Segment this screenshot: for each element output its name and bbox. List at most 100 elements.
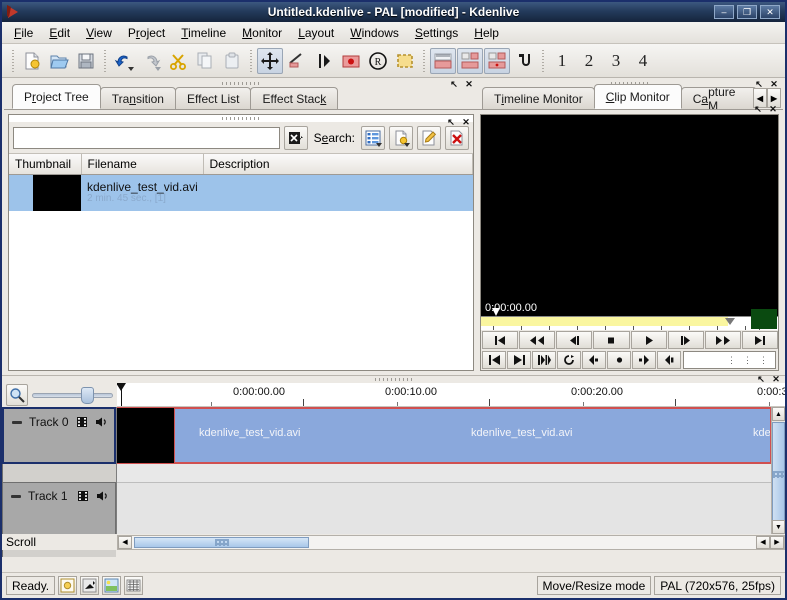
- menu-view[interactable]: View: [78, 23, 120, 43]
- timeline-canvas[interactable]: kdenlive_test_vid.avi kdenlive_test_vid.…: [117, 407, 785, 534]
- view-list-icon[interactable]: [361, 125, 385, 150]
- tab-timeline-monitor[interactable]: Ti meline Monitor: [482, 87, 595, 109]
- timeline-horizontal-scrollbar[interactable]: ◀ ◀ ▶: [117, 534, 785, 550]
- zoom-icon[interactable]: [6, 384, 28, 406]
- forward-button[interactable]: [704, 331, 741, 349]
- close-button[interactable]: ✕: [760, 5, 780, 19]
- close-icon[interactable]: ✕: [768, 104, 778, 114]
- move-tool-icon[interactable]: [257, 47, 283, 74]
- menu-windows[interactable]: Windows: [342, 23, 407, 43]
- zoom-handle[interactable]: [81, 386, 95, 404]
- zoom-slider[interactable]: [32, 384, 117, 406]
- scroll-down-button[interactable]: ▼: [772, 520, 785, 534]
- loop-zone-button[interactable]: [557, 351, 581, 369]
- track-lane-0[interactable]: kdenlive_test_vid.avi kdenlive_test_vid.…: [117, 407, 785, 464]
- collapse-icon[interactable]: [9, 489, 23, 503]
- hscroll-thumb[interactable]: [134, 536, 309, 548]
- column-filename[interactable]: Filename: [81, 154, 204, 175]
- tab-effect-list[interactable]: Effect List: [174, 87, 252, 109]
- clear-text-icon[interactable]: [283, 125, 308, 150]
- copy-icon[interactable]: [192, 48, 218, 74]
- edit-clip-icon[interactable]: [417, 125, 441, 150]
- tab-effect-stack[interactable]: Effect Stac k: [250, 87, 339, 109]
- scroll-right-button[interactable]: ◀: [756, 535, 770, 549]
- timeline-playhead[interactable]: [117, 383, 126, 406]
- column-thumbnail[interactable]: Thumbnail: [9, 154, 82, 175]
- scroll-left-button[interactable]: ◀: [118, 535, 132, 549]
- selection-icon[interactable]: [392, 48, 418, 74]
- frame-back-button[interactable]: [556, 331, 593, 349]
- cut-icon[interactable]: [165, 48, 191, 74]
- stop-button[interactable]: [593, 331, 630, 349]
- tab-project-tree[interactable]: Pr oject Tree: [12, 84, 101, 109]
- play-button[interactable]: [630, 331, 667, 349]
- scroll-right-button-2[interactable]: ▶: [770, 535, 784, 549]
- table-row[interactable]: kdenlive_test_vid.avi 2 min. 45 sec., [1…: [9, 174, 473, 211]
- close-icon[interactable]: ✕: [461, 117, 471, 127]
- timeline-ruler[interactable]: 0:00:00.00 0:00:10.00 0:00:20.00 0:00:30…: [117, 383, 785, 407]
- tab-transition[interactable]: Tra n sition: [99, 87, 176, 109]
- toolbar-number-4[interactable]: 4: [630, 51, 656, 71]
- show-audio-thumbs-icon[interactable]: [484, 47, 510, 74]
- monitor-playhead-icon[interactable]: [492, 308, 500, 316]
- menu-edit[interactable]: Edit: [41, 23, 78, 43]
- audio-thumbs-toggle-icon[interactable]: [58, 576, 78, 595]
- set-zone-end-button[interactable]: [507, 351, 531, 369]
- close-icon[interactable]: ✕: [771, 374, 781, 384]
- add-clip-dropdown-arrow[interactable]: [404, 142, 410, 147]
- toolbar-handle[interactable]: [12, 49, 14, 72]
- scroll-up-button[interactable]: ▲: [772, 407, 785, 421]
- close-icon[interactable]: ✕: [464, 79, 474, 89]
- marker-next-button[interactable]: [632, 351, 656, 369]
- vscroll-thumb[interactable]: [772, 422, 785, 530]
- show-video-thumbs-icon[interactable]: [457, 47, 483, 74]
- float-icon[interactable]: ↖: [449, 79, 459, 89]
- menu-layout[interactable]: Layout: [290, 23, 342, 43]
- track-lane-1[interactable]: [117, 482, 785, 534]
- new-project-icon[interactable]: [19, 48, 45, 74]
- video-track-icon[interactable]: [76, 489, 90, 503]
- undo-dropdown-arrow[interactable]: [128, 66, 134, 71]
- frame-forward-button[interactable]: [667, 331, 704, 349]
- menu-monitor[interactable]: Monitor: [234, 23, 290, 43]
- skip-end-button[interactable]: [741, 331, 778, 349]
- toolbar-number-3[interactable]: 3: [603, 51, 629, 71]
- tab-capture-monitor[interactable]: Ca pture M: [680, 87, 757, 109]
- zone-button[interactable]: [532, 351, 556, 369]
- audio-mute-icon[interactable]: [94, 415, 108, 429]
- clip-leader-black[interactable]: [117, 408, 174, 463]
- menu-settings[interactable]: Settings: [407, 23, 466, 43]
- clip-monitor-screen[interactable]: 0:00:00.00: [481, 115, 778, 316]
- markers-toggle-icon[interactable]: [102, 576, 122, 595]
- tab-clip-monitor[interactable]: Clip Monitor: [593, 84, 682, 109]
- timeline-clip-0[interactable]: kdenlive_test_vid.avi kdenlive_test_vid.…: [174, 408, 771, 463]
- snap-magnet-icon[interactable]: [511, 48, 537, 74]
- editing-mode-status[interactable]: Move/Resize mode: [536, 576, 652, 595]
- render-icon[interactable]: R: [365, 48, 391, 74]
- video-track-icon[interactable]: [75, 415, 89, 429]
- search-input[interactable]: [13, 126, 280, 149]
- audio-mute-icon[interactable]: [95, 489, 109, 503]
- redo-dropdown-arrow[interactable]: [155, 66, 161, 71]
- close-icon[interactable]: ✕: [769, 79, 779, 89]
- track-header-1[interactable]: Track 1: [2, 482, 116, 539]
- zone-end-marker-icon[interactable]: [725, 318, 735, 325]
- skip-start-button[interactable]: [482, 331, 519, 349]
- snap-toggle-icon[interactable]: [124, 576, 144, 595]
- menu-project[interactable]: Project: [120, 23, 173, 43]
- paste-icon[interactable]: [219, 48, 245, 74]
- float-icon[interactable]: ↖: [753, 104, 763, 114]
- tree-grip[interactable]: [9, 115, 473, 122]
- open-project-icon[interactable]: [46, 48, 72, 74]
- maximize-button[interactable]: ❐: [737, 5, 757, 19]
- minimize-button[interactable]: –: [714, 5, 734, 19]
- zone-timecode-field[interactable]: ⋮ ⋮ ⋮: [683, 351, 776, 369]
- insert-zone-button[interactable]: [657, 351, 681, 369]
- rewind-button[interactable]: [519, 331, 556, 349]
- collapse-icon[interactable]: [10, 415, 24, 429]
- record-monitor-icon[interactable]: [338, 48, 364, 74]
- redo-icon[interactable]: [138, 48, 164, 74]
- float-icon[interactable]: ↖: [754, 79, 764, 89]
- set-zone-start-button[interactable]: [482, 351, 506, 369]
- video-thumbs-toggle-icon[interactable]: [80, 576, 100, 595]
